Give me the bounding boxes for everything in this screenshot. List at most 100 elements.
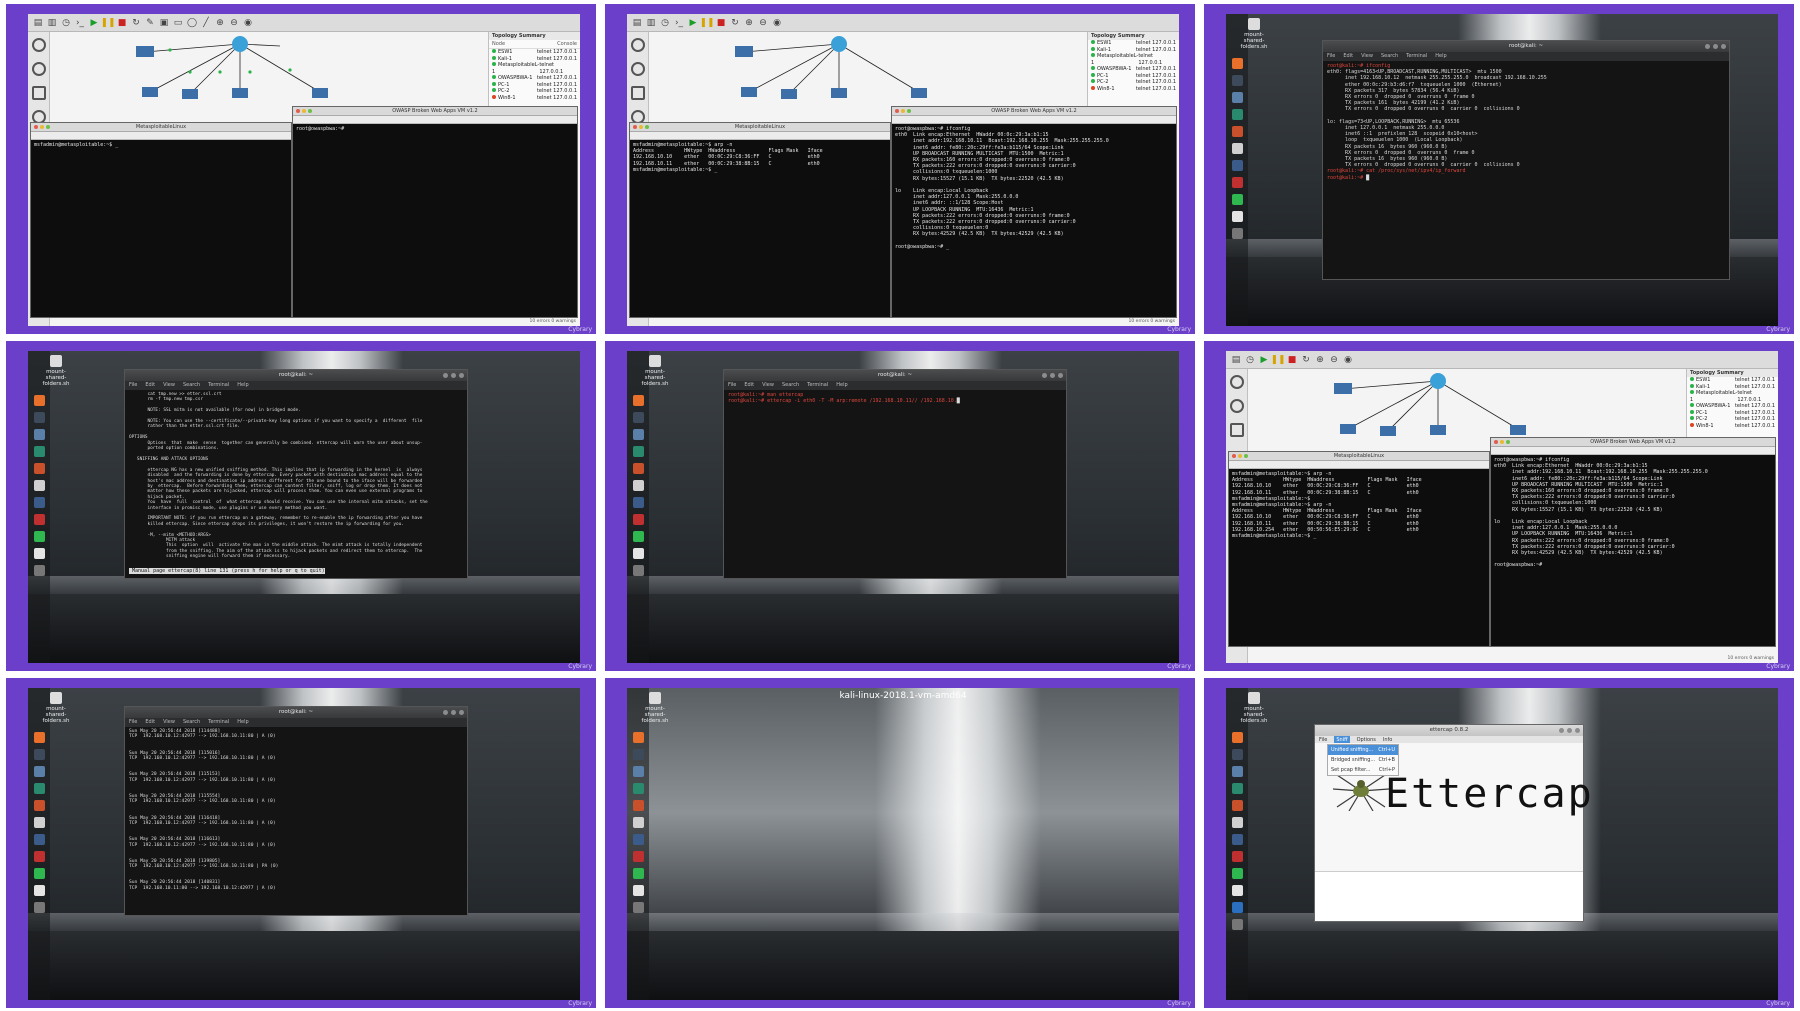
minimize-icon[interactable] <box>443 710 448 715</box>
router-icon[interactable] <box>630 38 645 52</box>
ettercap-window[interactable]: ettercap 0.8.2 File Sniff Options Info E… <box>1314 724 1592 922</box>
end-device-icon[interactable] <box>1229 423 1244 437</box>
router-icon[interactable] <box>1229 375 1244 389</box>
terminal-icon[interactable] <box>1231 75 1243 86</box>
folder-icon[interactable]: ▤ <box>631 17 643 29</box>
maltego-icon[interactable] <box>1231 160 1243 171</box>
notes-icon[interactable] <box>33 548 45 559</box>
close-icon[interactable] <box>459 710 464 715</box>
leafpad-icon[interactable] <box>33 868 45 879</box>
note-icon[interactable]: ✎ <box>144 17 156 29</box>
firefox-icon[interactable] <box>632 732 644 743</box>
mount-shared-folders-icon[interactable]: mount-shared-folders.sh <box>1234 692 1274 724</box>
menu-terminal[interactable]: Terminal <box>1406 52 1427 61</box>
menu-search[interactable]: Search <box>1381 52 1398 61</box>
menu-terminal[interactable]: Terminal <box>807 381 828 390</box>
topology-row[interactable]: MetasploitableL-1 telnet 127.0.0.1 <box>1088 53 1179 66</box>
topology-row[interactable]: MetasploitableL-1 telnet 127.0.0.1 <box>1687 390 1778 403</box>
burp-icon[interactable] <box>632 463 644 474</box>
play-icon[interactable]: ▶ <box>687 17 699 29</box>
terminal-icon[interactable] <box>33 412 45 423</box>
mount-shared-folders-icon[interactable]: mount-shared-folders.sh <box>36 355 76 387</box>
menu-file[interactable]: File <box>129 718 137 727</box>
zap-icon[interactable] <box>632 817 644 828</box>
topology-row[interactable]: Win8-1 telnet 127.0.0.1 <box>1088 85 1179 93</box>
firefox-icon[interactable] <box>1231 58 1243 69</box>
clock-icon[interactable]: ◷ <box>659 17 671 29</box>
files-icon[interactable] <box>33 766 45 777</box>
zap-icon[interactable] <box>632 480 644 491</box>
metasploit-icon[interactable] <box>33 446 45 457</box>
menu-search[interactable]: Search <box>782 381 799 390</box>
menu-file[interactable]: File <box>1327 52 1335 61</box>
terminal-icon[interactable] <box>632 749 644 760</box>
files-icon[interactable] <box>632 429 644 440</box>
zoom-in-icon[interactable]: ⊕ <box>1314 354 1326 366</box>
terminal-icon[interactable] <box>33 749 45 760</box>
close-icon[interactable] <box>1575 728 1580 733</box>
stop-icon[interactable]: ■ <box>715 17 727 29</box>
menu-edit[interactable]: Edit <box>145 381 155 390</box>
beef-icon[interactable] <box>1231 851 1243 862</box>
menu-search[interactable]: Search <box>183 381 200 390</box>
reload-icon[interactable]: ↻ <box>1300 354 1312 366</box>
beef-icon[interactable] <box>1231 177 1243 188</box>
switch-icon[interactable] <box>31 62 46 76</box>
image-icon[interactable]: ▣ <box>158 17 170 29</box>
beef-icon[interactable] <box>33 514 45 525</box>
app-grid-icon[interactable] <box>1231 919 1243 930</box>
pause-icon[interactable]: ❚❚ <box>100 17 115 29</box>
burp-icon[interactable] <box>1231 800 1243 811</box>
firefox-icon[interactable] <box>33 732 45 743</box>
line-icon[interactable]: ╱ <box>200 17 212 29</box>
play-icon[interactable]: ▶ <box>1258 354 1270 366</box>
firefox-icon[interactable] <box>632 395 644 406</box>
burp-icon[interactable] <box>632 800 644 811</box>
terminal-icon[interactable] <box>1231 749 1243 760</box>
files-icon[interactable] <box>1231 92 1243 103</box>
reload-icon[interactable]: ↻ <box>729 17 741 29</box>
metasploitable-console[interactable]: MetasploitableLinux msfadmin@metasploita… <box>1228 451 1490 647</box>
close-icon[interactable] <box>1721 44 1726 49</box>
mount-shared-folders-icon[interactable]: mount-shared-folders.sh <box>635 692 675 724</box>
app-grid-icon[interactable] <box>33 565 45 576</box>
clock-icon[interactable]: ◷ <box>60 17 72 29</box>
menu-file[interactable]: File <box>129 381 137 390</box>
menu-view[interactable]: View <box>762 381 774 390</box>
metasploitable-console[interactable]: MetasploitableLinux msfadmin@metasploita… <box>30 122 292 318</box>
end-device-icon[interactable] <box>31 86 46 100</box>
console-icon[interactable]: ›_ <box>673 17 685 29</box>
menu-edit[interactable]: Edit <box>145 718 155 727</box>
router-icon[interactable] <box>31 38 46 52</box>
burp-icon[interactable] <box>33 463 45 474</box>
menu-help[interactable]: Help <box>1435 52 1446 61</box>
menu-view[interactable]: View <box>1361 52 1373 61</box>
topology-row[interactable]: Win8-1 telnet 127.0.0.1 <box>1687 422 1778 430</box>
leafpad-icon[interactable] <box>33 531 45 542</box>
owasp-console[interactable]: OWASP Broken Web Apps VM v1.2 root@owasp… <box>292 106 578 318</box>
stop-icon[interactable]: ■ <box>116 17 128 29</box>
beef-icon[interactable] <box>632 514 644 525</box>
zap-icon[interactable] <box>1231 143 1243 154</box>
minimize-icon[interactable] <box>443 373 448 378</box>
maltego-icon[interactable] <box>632 497 644 508</box>
zoom-out-icon[interactable]: ⊖ <box>228 17 240 29</box>
metasploit-icon[interactable] <box>632 783 644 794</box>
maximize-icon[interactable] <box>1050 373 1055 378</box>
maximize-icon[interactable] <box>451 373 456 378</box>
folder-icon[interactable]: ▤ <box>32 17 44 29</box>
app-grid-icon[interactable] <box>632 565 644 576</box>
close-icon[interactable] <box>1058 373 1063 378</box>
owasp-console[interactable]: OWASP Broken Web Apps VM v1.2 root@owasp… <box>1490 437 1776 647</box>
reload-icon[interactable]: ↻ <box>130 17 142 29</box>
topology-row[interactable]: Win8-1 telnet 127.0.0.1 <box>489 94 580 102</box>
burp-icon[interactable] <box>1231 126 1243 137</box>
maximize-icon[interactable] <box>1713 44 1718 49</box>
burp-icon[interactable] <box>33 800 45 811</box>
menu-help[interactable]: Help <box>836 381 847 390</box>
app-grid-icon[interactable] <box>33 902 45 913</box>
firefox-icon[interactable] <box>1231 732 1243 743</box>
metasploit-icon[interactable] <box>1231 109 1243 120</box>
menu-file[interactable]: File <box>728 381 736 390</box>
leafpad-icon[interactable] <box>1231 194 1243 205</box>
